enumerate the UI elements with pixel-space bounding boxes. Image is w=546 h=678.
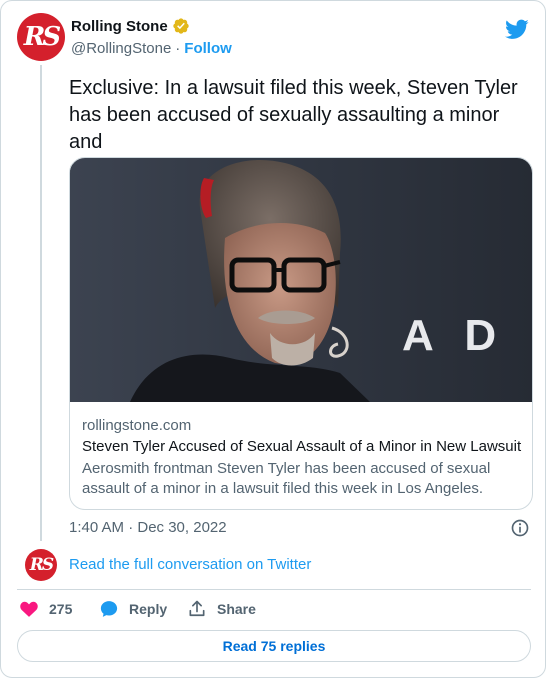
backdrop-lettering: A D: [402, 311, 506, 360]
link-preview-image: A D: [70, 158, 532, 402]
like-count: 275: [49, 601, 73, 617]
reply-label: Reply: [129, 601, 168, 617]
tweet-timestamp[interactable]: 1:40 AM · Dec 30, 2022: [69, 519, 227, 536]
link-preview-card[interactable]: A D rollingstone.com Steven Tyler Accuse…: [69, 157, 533, 510]
share-upload-icon: [189, 600, 205, 617]
author-handle[interactable]: @RollingStone: [71, 40, 171, 57]
avatar-logo-text: RS: [23, 22, 61, 52]
divider: [17, 589, 531, 590]
author-name[interactable]: Rolling Stone: [71, 18, 168, 35]
author-avatar[interactable]: RS: [17, 13, 65, 61]
info-icon[interactable]: [510, 518, 530, 538]
verified-badge-icon: [172, 18, 189, 34]
separator-dot: ·: [175, 40, 181, 57]
link-description: Aerosmith frontman Steven Tyler has been…: [82, 460, 491, 497]
author-handle-row: @RollingStone · Follow: [71, 40, 232, 57]
follow-button[interactable]: Follow: [184, 40, 232, 57]
read-replies-button[interactable]: Read 75 replies: [17, 630, 531, 662]
speech-bubble-icon: [100, 601, 118, 617]
author-name-row: Rolling Stone: [71, 17, 190, 35]
conversation-avatar[interactable]: RS: [25, 549, 57, 581]
link-title: Steven Tyler Accused of Sexual Assault o…: [82, 438, 522, 455]
reply-button[interactable]: Reply: [99, 599, 167, 619]
link-domain: rollingstone.com: [82, 417, 192, 434]
like-button[interactable]: 275: [19, 599, 72, 619]
conversation-avatar-logo-text: RS: [29, 555, 54, 575]
share-button[interactable]: Share: [187, 599, 256, 619]
thread-connector-line: [40, 65, 42, 541]
embedded-tweet-card: RS Rolling Stone @RollingStone · Follow …: [0, 0, 546, 678]
read-full-conversation-link[interactable]: Read the full conversation on Twitter: [69, 556, 311, 573]
link-preview-meta: rollingstone.com Steven Tyler Accused of…: [82, 416, 522, 499]
twitter-bird-icon[interactable]: [505, 17, 529, 41]
heart-icon: [20, 601, 38, 617]
share-label: Share: [217, 601, 256, 617]
